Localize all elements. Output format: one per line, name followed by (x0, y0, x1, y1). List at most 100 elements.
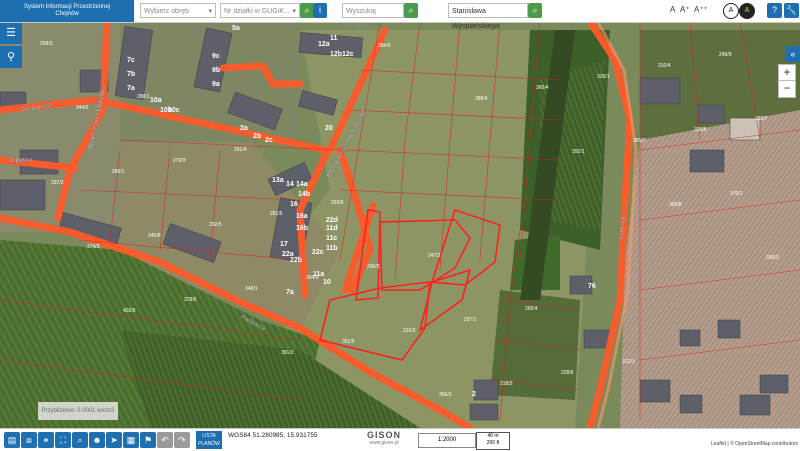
expand-panel-button[interactable]: « (786, 46, 800, 62)
plan-list-button[interactable]: LISTA PLANÓW (196, 431, 222, 449)
logo-title: GISON (366, 430, 401, 440)
building-number: 22b (290, 257, 302, 264)
map-icon[interactable]: ▦ (123, 432, 139, 448)
building-number: 16b (296, 225, 308, 232)
undo-icon[interactable]: ↶ (157, 432, 173, 448)
building-number: 2b (253, 133, 261, 140)
location-pin-icon[interactable]: ⚲ (0, 46, 22, 68)
brand-line-2: Chojnów (55, 11, 79, 17)
building-number: 7c (127, 57, 135, 64)
search-icon[interactable]: ⌕ (300, 3, 314, 18)
scale-value: 1:2000 (437, 437, 457, 443)
dzialka-input[interactable]: Nr działki w GUGiK... ▾ (220, 3, 300, 18)
parcel-number: 340/8 (148, 233, 161, 239)
parcel-number: 374/3 (87, 244, 100, 250)
parcel-number: 290/2 (367, 264, 380, 270)
building-number: 76 (588, 283, 596, 290)
parcel-number: 281/4 (234, 147, 247, 153)
parcel-number: 370/1 (730, 191, 743, 197)
scale-bar: 40 m 200 ft (476, 432, 510, 450)
building-number: 10 (323, 279, 331, 286)
search-parcel-input[interactable]: Wyszukaj działkę... (342, 3, 404, 30)
parcel-number: 392/1 (572, 149, 585, 155)
parcel-number: 297/1 (464, 317, 477, 323)
wrench-icon[interactable]: 🔧 (784, 3, 799, 18)
parcel-number: 351/5 (342, 339, 355, 345)
redo-icon[interactable]: ↷ (174, 432, 190, 448)
parcel-number: 348/1 (245, 286, 258, 292)
parcel-number: 335/6 (694, 127, 707, 133)
orthophoto-map[interactable]: Władysława ŁokietkaAkacjowaLipowa Władysł… (0, 22, 800, 428)
measure-area-icon[interactable]: ⛶ (55, 432, 71, 448)
zoom-out-button[interactable]: − (778, 80, 796, 98)
parcel-number: 281/5 (270, 211, 283, 217)
search-map-icon[interactable]: ⌕ (72, 432, 88, 448)
bookmark-icon[interactable]: ⚑ (140, 432, 156, 448)
search-icon[interactable]: ⌕ (528, 3, 542, 18)
app-brand[interactable]: System Informacji Przestrzennej Chojnów (0, 0, 134, 22)
font-size-large[interactable]: A⁺⁺ (694, 5, 708, 14)
help-label: ? (771, 5, 777, 15)
navigate-icon[interactable]: ➤ (106, 432, 122, 448)
parcel-number: 399/3 (766, 255, 779, 261)
building-number: 11 (330, 35, 338, 42)
chevron-down-icon: ▾ (292, 8, 296, 15)
parcel-number: 384/9 (378, 43, 391, 49)
parcel-number: 248/9 (719, 52, 732, 58)
parcel-number: 395/8 (669, 202, 682, 208)
building-number: 22d (326, 217, 338, 224)
parcel-number: 228/6 (561, 370, 574, 376)
building-number: 14 (286, 181, 294, 188)
parcel-number: 247/2 (428, 253, 441, 259)
parcel-number: 292/5 (209, 222, 222, 228)
person-icon[interactable]: ☻ (89, 432, 105, 448)
parcel-number: 310/4 (658, 63, 671, 69)
building-number: 7a (127, 85, 135, 92)
obreb-placeholder: Wybierz obręb (144, 8, 190, 15)
parcel-number: 266/4 (525, 306, 538, 312)
map-view[interactable]: Władysława Łokietka Akacjowa Lipowa Władysł… (0, 22, 800, 428)
building-number: 14a (296, 181, 308, 188)
scale-overlay-text: Przybliżenie: 0.0001 w/cm2 (41, 408, 115, 414)
building-number: 12b (330, 51, 342, 58)
dzialka-placeholder: Nr działki w GUGiK... (224, 8, 290, 15)
scale-overlay: Przybliżenie: 0.0001 w/cm2 (38, 402, 118, 420)
gison-logo[interactable]: GISON www.gison.pl (360, 430, 408, 450)
font-size-small[interactable]: A (670, 5, 675, 14)
layers-icon[interactable]: ▤ (4, 432, 20, 448)
brand-line-1: System Informacji Przestrzennej (23, 4, 111, 10)
layers-icon[interactable]: ☰ (0, 22, 22, 44)
map-attribution[interactable]: Leaflet | © OpenStreetMap contributors (711, 441, 798, 447)
scale-input[interactable]: 1:2000 (418, 433, 476, 448)
info-icon[interactable]: i (313, 3, 327, 18)
zoom-out-glyph: − (783, 81, 791, 95)
help-button[interactable]: ? (767, 3, 782, 18)
parcel-number: 365/7 (633, 138, 646, 144)
top-toolbar: System Informacji Przestrzennej Chojnów … (0, 0, 800, 30)
building-number: 11d (326, 225, 338, 232)
contrast-normal-button[interactable]: A (723, 3, 739, 19)
parcel-number: 356/2 (439, 392, 452, 398)
link-icon[interactable]: ⚭ (38, 432, 54, 448)
parcel-number: 312/1 (622, 359, 635, 365)
parcel-number: 337/2 (51, 180, 64, 186)
building-number: 16 (290, 201, 298, 208)
parcel-number: 402/6 (123, 308, 136, 314)
font-size-medium[interactable]: A⁺ (680, 5, 690, 14)
search-icon[interactable]: ⌕ (404, 3, 418, 18)
obreb-select[interactable]: Wybierz obręb ▾ (140, 3, 216, 18)
parcel-number: 320/1 (597, 74, 610, 80)
building-number: 10a (150, 97, 162, 104)
building-number: 11c (326, 235, 337, 242)
ruler-icon[interactable]: ⧈ (21, 432, 37, 448)
contrast-high-button[interactable]: A (739, 3, 755, 19)
plan-label-1: LISTA (202, 433, 216, 439)
building-number: 9a (212, 81, 220, 88)
chevron-down-icon: ▾ (208, 8, 212, 15)
parcel-number: 279/3 (173, 158, 186, 164)
street-value: Stanisława Wyspiańskiego (452, 8, 500, 30)
building-number: 5a (232, 25, 240, 32)
street-input[interactable]: Stanisława Wyspiańskiego (448, 3, 528, 30)
parcel-number: 316/2 (403, 328, 416, 334)
building-number: 16a (296, 213, 308, 220)
